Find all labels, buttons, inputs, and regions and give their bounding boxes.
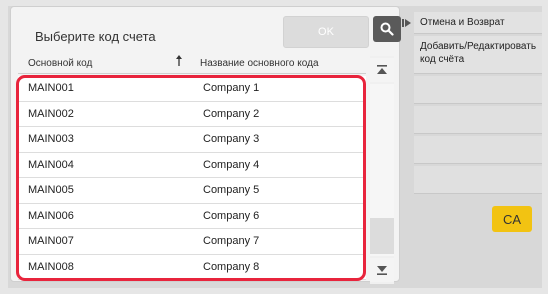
scroll-thumb[interactable] bbox=[370, 218, 394, 254]
row-name: Company 6 bbox=[203, 209, 260, 222]
table-row[interactable]: MAIN003 Company 3 bbox=[18, 127, 366, 153]
scroll-up-button[interactable] bbox=[370, 58, 394, 82]
side-empty-slot bbox=[414, 106, 542, 134]
ok-button[interactable]: OK bbox=[283, 16, 369, 48]
row-code: MAIN001 bbox=[28, 82, 74, 95]
column-header-code[interactable]: Основной код bbox=[28, 58, 92, 69]
side-empty-slot bbox=[414, 76, 542, 104]
add-edit-account-code-button[interactable]: Добавить/Редактировать код счёта bbox=[414, 36, 542, 74]
row-code: MAIN005 bbox=[28, 184, 74, 197]
table-row[interactable]: MAIN007 Company 7 bbox=[18, 229, 366, 255]
table-body: MAIN001 Company 1 MAIN002 Company 2 MAIN… bbox=[18, 76, 366, 280]
row-name: Company 2 bbox=[203, 107, 260, 120]
table-header: Основной код Название основного кода bbox=[18, 52, 366, 74]
play-icon[interactable] bbox=[402, 18, 412, 28]
row-name: Company 1 bbox=[203, 82, 260, 95]
side-panel: Отмена и Возврат Добавить/Редактировать … bbox=[414, 6, 542, 288]
table-row[interactable]: MAIN005 Company 5 bbox=[18, 178, 366, 204]
column-header-name[interactable]: Название основного кода bbox=[200, 58, 319, 69]
ca-button[interactable]: CA bbox=[492, 206, 532, 232]
row-name: Company 8 bbox=[203, 260, 260, 273]
account-table: Основной код Название основного кода MAI… bbox=[18, 52, 366, 288]
row-name: Company 5 bbox=[203, 184, 260, 197]
row-name: Company 7 bbox=[203, 235, 260, 248]
scroll-up-icon bbox=[377, 65, 387, 74]
row-code: MAIN008 bbox=[28, 260, 74, 273]
table-row[interactable]: MAIN006 Company 6 bbox=[18, 203, 366, 229]
table-row[interactable]: MAIN001 Company 1 bbox=[18, 76, 366, 102]
row-name: Company 3 bbox=[203, 133, 260, 146]
scroll-down-icon bbox=[377, 266, 387, 275]
row-code: MAIN002 bbox=[28, 107, 74, 120]
row-name: Company 4 bbox=[203, 158, 260, 171]
row-code: MAIN006 bbox=[28, 209, 74, 222]
scrollbar[interactable] bbox=[370, 56, 394, 284]
sort-arrow-icon[interactable] bbox=[175, 55, 183, 70]
side-empty-slot bbox=[414, 166, 542, 194]
cancel-return-button[interactable]: Отмена и Возврат bbox=[414, 12, 542, 34]
side-empty-slot bbox=[414, 136, 542, 164]
row-code: MAIN003 bbox=[28, 133, 74, 146]
table-row[interactable]: MAIN008 Company 8 bbox=[18, 254, 366, 280]
row-code: MAIN004 bbox=[28, 158, 74, 171]
search-button[interactable] bbox=[373, 16, 401, 42]
search-icon bbox=[380, 22, 394, 36]
row-code: MAIN007 bbox=[28, 235, 74, 248]
dialog-title: Выберите код счета bbox=[35, 29, 156, 44]
table-row[interactable]: MAIN002 Company 2 bbox=[18, 101, 366, 127]
table-row[interactable]: MAIN004 Company 4 bbox=[18, 152, 366, 178]
scroll-down-button[interactable] bbox=[370, 258, 394, 282]
